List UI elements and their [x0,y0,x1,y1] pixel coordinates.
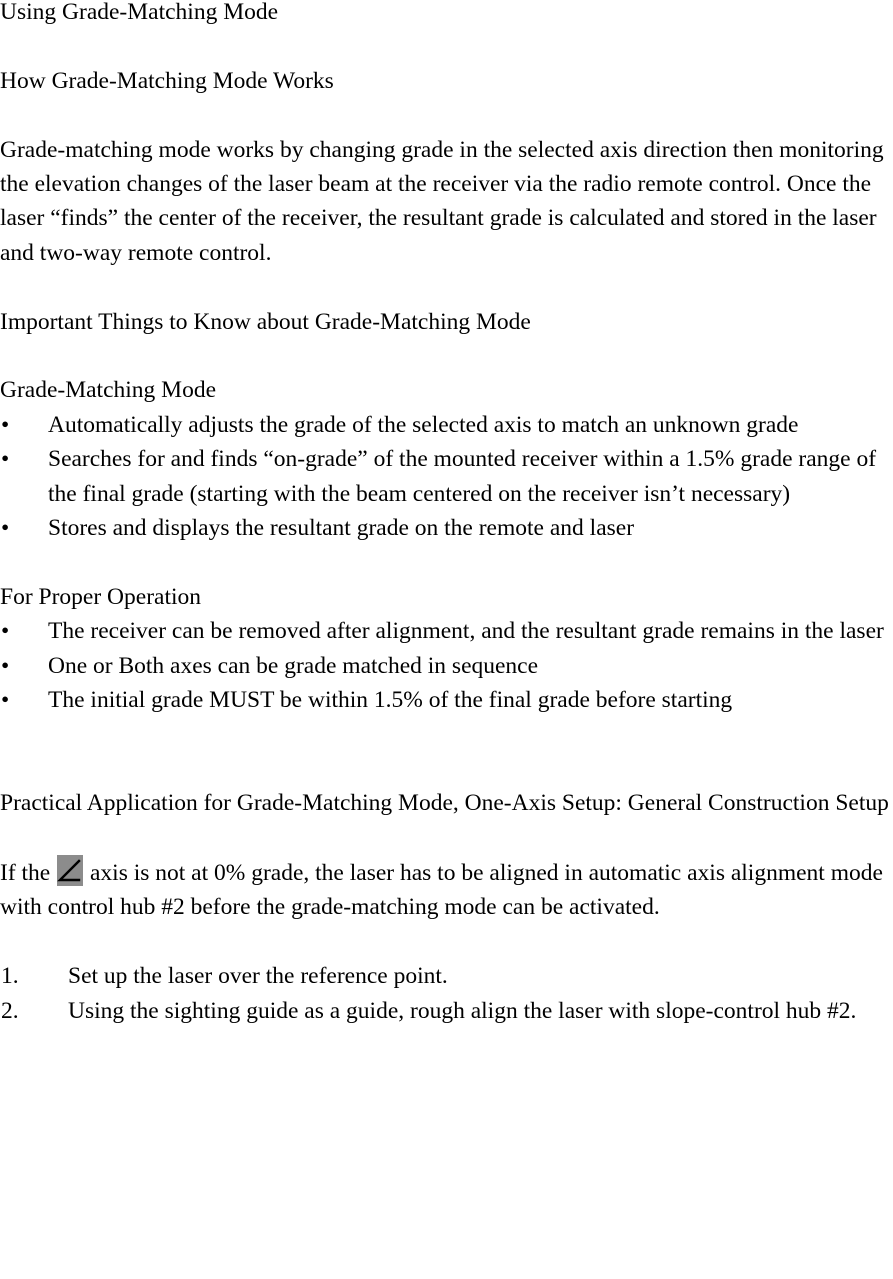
document-body: Using Grade-Matching Mode How Grade-Matc… [0,0,893,1028]
bullet-icon: • [1,618,10,645]
axis-note-prefix: If the [0,860,57,887]
step-number: 1. [1,963,19,990]
list-item-text: The initial grade MUST be within 1.5% of… [48,687,733,714]
paragraph-how-it-works: Grade-matching mode works by changing gr… [0,136,884,266]
list-item-text: The receiver can be removed after alignm… [48,618,884,645]
angle-axis-symbol-icon [57,855,84,887]
subheading-for-proper-operation: For Proper Operation [0,583,202,610]
list-item: • Automatically adjusts the grade of the… [0,408,893,442]
list-item-text: Searches for and finds “on-grade” of the… [48,446,877,507]
bullet-list-grade-matching-mode: • Automatically adjusts the grade of the… [0,408,893,546]
paragraph-axis-note: If the axis is not at 0% grade, the lase… [0,855,893,925]
bullet-icon: • [1,446,10,473]
bullet-icon: • [1,652,10,679]
section-heading-important-things: Important Things to Know about Grade-Mat… [0,308,531,335]
axis-note-suffix: axis is not at 0% grade, the laser has t… [0,860,883,921]
list-item-text: Automatically adjusts the grade of the s… [48,411,799,438]
step-text: Set up the laser over the reference poin… [68,963,448,990]
section-heading-how-it-works: How Grade-Matching Mode Works [0,67,334,94]
step-text: Using the sighting guide as a guide, rou… [68,997,857,1024]
document-page: Using Grade-Matching Mode How Grade-Matc… [0,0,893,1279]
list-item: • One or Both axes can be grade matched … [0,649,893,683]
list-item-text: Stores and displays the resultant grade … [48,515,635,542]
list-item: • The initial grade MUST be within 1.5% … [0,683,893,717]
list-item: • Stores and displays the resultant grad… [0,511,893,545]
bullet-icon: • [1,515,10,542]
page-title: Using Grade-Matching Mode [0,0,279,25]
list-item-text: One or Both axes can be grade matched in… [48,652,539,679]
bullet-icon: • [1,411,10,438]
subheading-grade-matching-mode: Grade-Matching Mode [0,377,216,404]
step-number: 2. [1,997,19,1024]
list-item: • Searches for and finds “on-grade” of t… [0,442,893,511]
list-item: • The receiver can be removed after alig… [0,614,893,648]
list-item: 2. Using the sighting guide as a guide, … [0,994,893,1028]
section-heading-practical-application: Practical Application for Grade-Matching… [0,790,889,817]
bullet-list-for-proper-operation: • The receiver can be removed after alig… [0,614,893,717]
numbered-step-list: 1. Set up the laser over the reference p… [0,959,893,1028]
list-item: 1. Set up the laser over the reference p… [0,959,893,993]
bullet-icon: • [1,687,10,714]
